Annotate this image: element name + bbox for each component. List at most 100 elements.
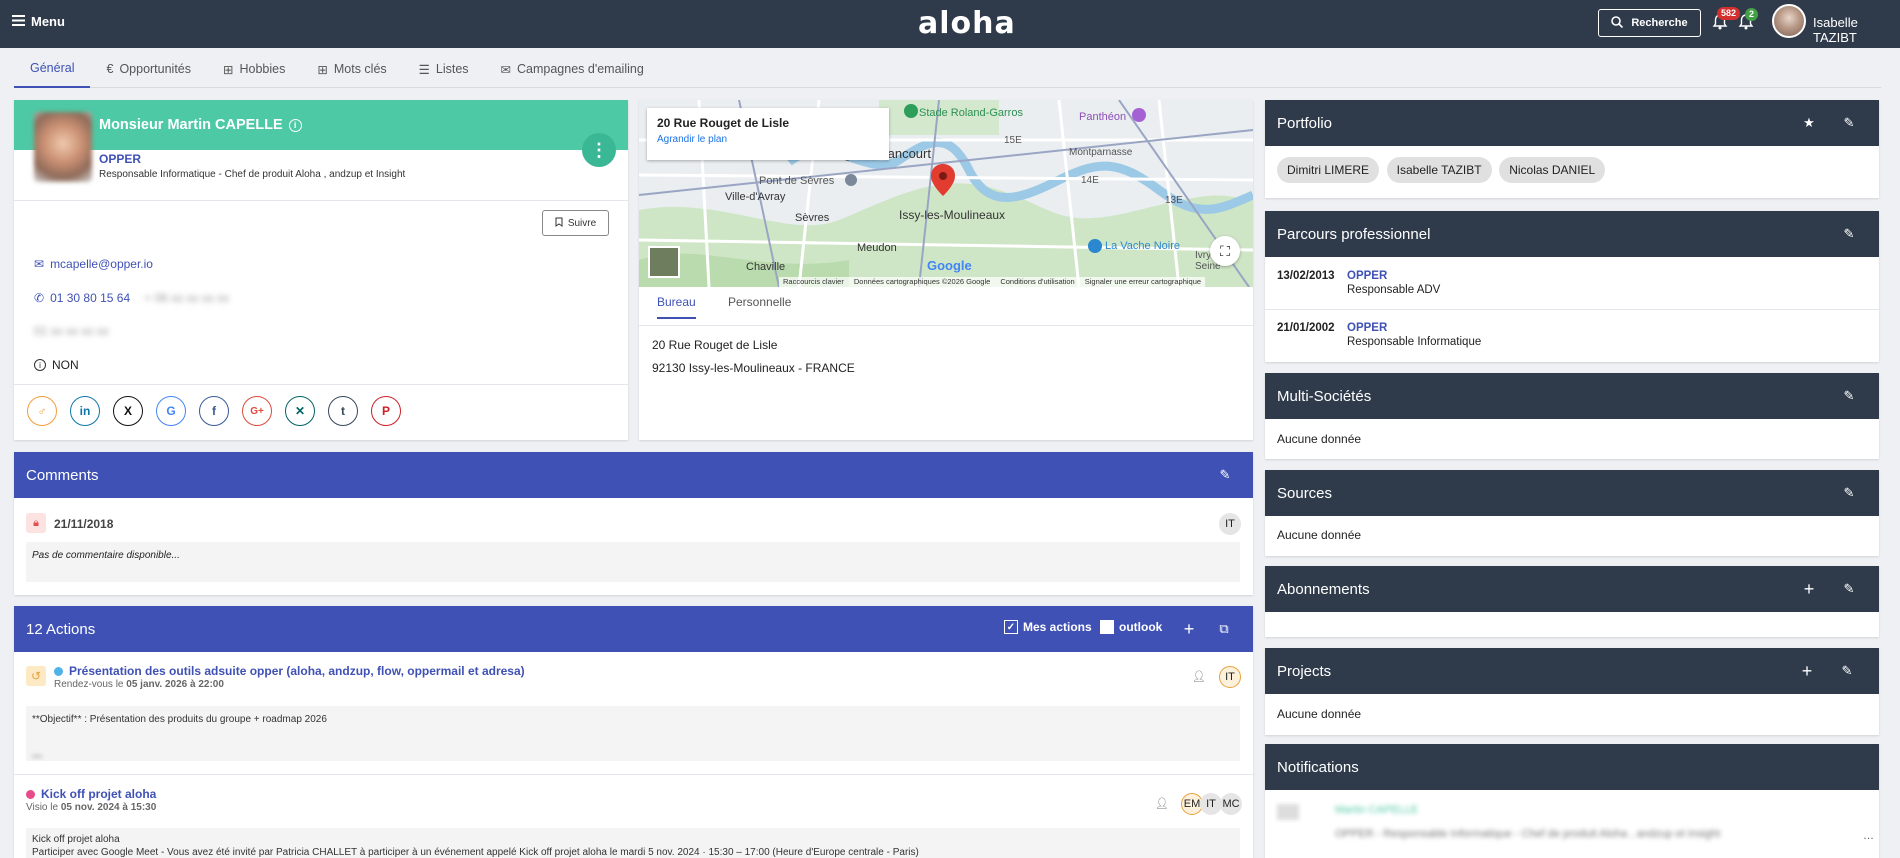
portfolio-members: Dimitri LIMERE Isabelle TAZIBT Nicolas D… [1277, 157, 1609, 183]
outlook-checkbox[interactable]: outlook [1100, 620, 1162, 634]
divider [1265, 309, 1879, 310]
action-assignee-initials[interactable]: IT [1200, 793, 1222, 815]
menu-button[interactable]: Menu [12, 14, 65, 29]
pencil-icon: ✎ [1841, 663, 1853, 678]
tab-lists[interactable]: ☰ Listes [403, 50, 485, 88]
contact-photo [34, 112, 92, 182]
action-item-title[interactable]: Kick off projet aloha [41, 787, 156, 801]
tab-hobbies[interactable]: ⊞ Hobbies [207, 50, 301, 88]
user-icon[interactable]: 👤︎ [1192, 670, 1206, 683]
info-icon[interactable]: i [288, 118, 302, 132]
portfolio-member-chip[interactable]: Nicolas DANIEL [1499, 157, 1606, 183]
user-name[interactable]: Isabelle TAZIBT [1813, 15, 1900, 45]
map[interactable]: Stade Roland-Garros Panthéon Boulogne-Bi… [639, 100, 1253, 287]
tab-keywords[interactable]: ⊞ Mots clés [301, 50, 402, 88]
checkbox-checked-icon: ✓ [1004, 620, 1018, 634]
portfolio-header: Portfolio [1265, 100, 1879, 146]
grid-icon: ⊞ [223, 62, 234, 77]
linkedin-icon[interactable]: in [70, 396, 100, 426]
edit-career-button[interactable]: ✎ [1838, 223, 1860, 245]
comments-title: Comments [26, 466, 99, 484]
google-plus-icon[interactable]: G+ [242, 396, 272, 426]
pencil-icon: ✎ [1843, 115, 1855, 130]
comment-text: Pas de commentaire disponible... [26, 542, 1240, 582]
map-label: Panthéon [1079, 111, 1127, 123]
aloha-logo[interactable]: aloha [918, 6, 1016, 41]
action-date: 05 janv. 2026 à 22:00 [126, 679, 224, 690]
contact-company[interactable]: OPPER [99, 152, 141, 166]
status-dot [54, 666, 63, 676]
notifications-title: Notifications [1277, 758, 1359, 776]
divider [639, 325, 1253, 326]
contact-name-text: Monsieur Martin CAPELLE [99, 117, 283, 133]
action-item-title-row: Présentation des outils adsuite opper (a… [54, 664, 525, 678]
plus-icon: + [1803, 578, 1815, 599]
edit-multi-companies-button[interactable]: ✎ [1838, 385, 1860, 407]
edit-subscriptions-button[interactable]: ✎ [1838, 578, 1860, 600]
action-assignee-initials[interactable]: IT [1219, 666, 1241, 688]
actions-title: 12 Actions [26, 620, 96, 638]
pencil-icon: ✎ [1219, 467, 1231, 482]
history-icon: ↺ [26, 666, 46, 686]
terms-link[interactable]: Conditions d'utilisation [1000, 277, 1074, 287]
map-fullscreen-button[interactable]: ⛶ [1210, 236, 1240, 266]
favorite-button[interactable]: ★ [1798, 112, 1820, 134]
tab-personal-address[interactable]: Personnelle [728, 295, 791, 317]
pencil-icon: ✎ [1843, 485, 1855, 500]
x-icon[interactable]: X [113, 396, 143, 426]
google-icon[interactable]: G [156, 396, 186, 426]
facebook-icon[interactable]: f [199, 396, 229, 426]
add-subscription-button[interactable]: + [1798, 578, 1820, 600]
more-horizontal-icon[interactable]: … [1863, 830, 1874, 842]
phone-link[interactable]: 01 30 80 15 64 [50, 291, 130, 305]
tab-email-campaigns[interactable]: ✉ Campagnes d'emailing [485, 50, 660, 88]
action-assignee-initials[interactable]: MC [1220, 793, 1242, 815]
career-company[interactable]: OPPER [1347, 270, 1387, 282]
fax-blurred: 01 xx xx xx xx [34, 324, 109, 338]
user-icon[interactable]: 👤︎ [1155, 797, 1169, 810]
notifications-card: Notifications Martin CAPELLE OPPER - Res… [1265, 744, 1879, 858]
lock-icon: 🔒︎ [26, 513, 46, 533]
pinterest-icon[interactable]: P [371, 396, 401, 426]
empty-state-text: Aucune donnée [1277, 528, 1362, 542]
star-icon: ★ [1803, 115, 1815, 130]
open-actions-button[interactable]: ⧉ [1213, 618, 1235, 640]
edit-projects-button[interactable]: ✎ [1836, 660, 1858, 682]
portfolio-member-chip[interactable]: Isabelle TAZIBT [1386, 157, 1492, 183]
notification-text-blurred: OPPER - Responsable Informatique - Chef … [1335, 828, 1721, 840]
tab-label: Listes [435, 62, 469, 76]
add-project-button[interactable]: + [1796, 660, 1818, 682]
xing-icon[interactable]: ✕ [285, 396, 315, 426]
action-item-title[interactable]: Présentation des outils adsuite opper (a… [69, 664, 525, 678]
viadeo-icon[interactable]: ♂ [27, 396, 57, 426]
tab-office-address[interactable]: Bureau [657, 295, 696, 319]
edit-sources-button[interactable]: ✎ [1838, 482, 1860, 504]
sources-header: Sources [1265, 470, 1879, 516]
career-company[interactable]: OPPER [1347, 322, 1387, 334]
add-action-button[interactable]: + [1178, 618, 1200, 640]
keyboard-shortcuts-link[interactable]: Raccourcis clavier [783, 277, 844, 287]
divider [14, 774, 1253, 775]
edit-comments-button[interactable]: ✎ [1214, 464, 1236, 486]
portfolio-member-chip[interactable]: Dimitri LIMERE [1277, 157, 1380, 183]
comments-header: Comments [14, 452, 1253, 498]
report-error-link[interactable]: Signaler une erreur cartographique [1085, 277, 1201, 287]
map-label: 15E [1004, 135, 1022, 146]
satellite-layer-button[interactable] [648, 246, 680, 278]
enlarge-map-link[interactable]: Agrandir le plan [657, 134, 879, 145]
mobile-phone-blurred: + 06 xx xx xx xx [144, 291, 230, 305]
email-link[interactable]: mcapelle@opper.io [50, 257, 153, 271]
edit-portfolio-button[interactable]: ✎ [1838, 112, 1860, 134]
my-actions-label: Mes actions [1023, 620, 1092, 634]
comment-author-initials[interactable]: IT [1219, 513, 1241, 535]
tab-general[interactable]: Général [14, 50, 91, 88]
my-actions-checkbox[interactable]: ✓ Mes actions [1004, 620, 1092, 634]
user-avatar[interactable] [1772, 4, 1806, 38]
career-role: Responsable ADV [1347, 284, 1441, 296]
tumblr-icon[interactable]: t [328, 396, 358, 426]
follow-button[interactable]: Suivre [542, 210, 609, 236]
more-options-button[interactable]: ⋮ [582, 133, 616, 167]
plus-icon: + [1801, 660, 1813, 681]
tab-opportunities[interactable]: € Opportunités [90, 50, 207, 88]
search-button[interactable]: Recherche [1598, 9, 1701, 37]
